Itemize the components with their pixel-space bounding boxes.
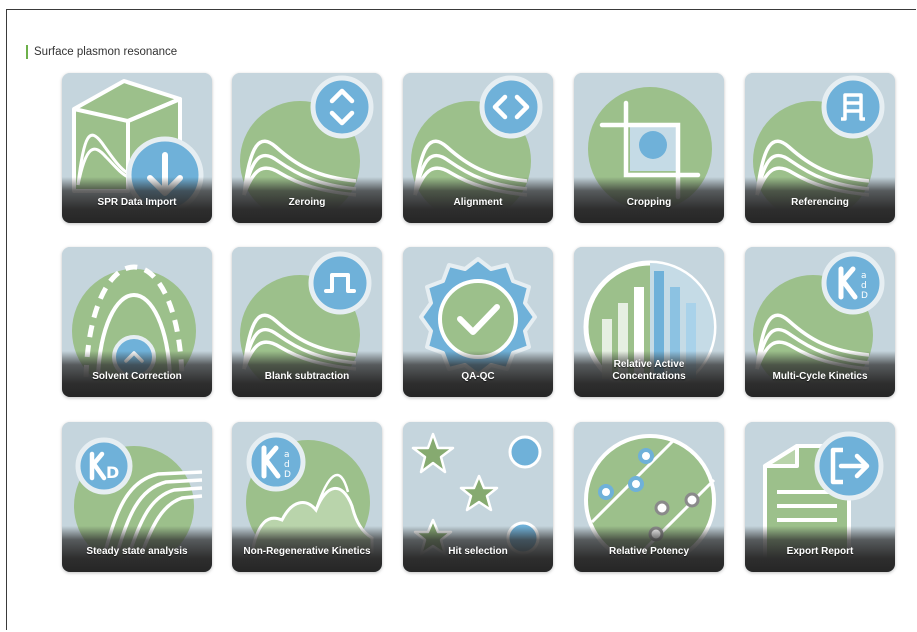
tile-relative-active-concentrations[interactable]: Relative Active Concentrations — [574, 247, 724, 397]
tile-label: Zeroing — [288, 197, 326, 208]
tile-label: Referencing — [791, 197, 849, 208]
svg-text:d: d — [861, 281, 867, 291]
tile-solvent-correction[interactable]: Solvent Correction — [62, 247, 212, 397]
tile-label: Solvent Correction — [92, 371, 182, 382]
tile-label: Alignment — [453, 197, 503, 208]
tile-zeroing[interactable]: Zeroing — [232, 73, 382, 223]
svg-text:D: D — [284, 470, 291, 480]
tile-multi-cycle-kinetics[interactable]: a d D Multi-Cycle Kinetics — [745, 247, 895, 397]
section-header: Surface plasmon resonance — [26, 44, 177, 60]
tile-spr-data-import[interactable]: SPR Data Import — [62, 73, 212, 223]
svg-text:D: D — [861, 291, 868, 301]
tile-non-regenerative-kinetics[interactable]: a d D Non-Regenerative Kinetics — [232, 422, 382, 572]
svg-text:a: a — [284, 450, 290, 460]
tile-alignment[interactable]: Alignment — [403, 73, 553, 223]
tile-label: Export Report — [786, 546, 854, 557]
tile-steady-state-analysis[interactable]: D Steady state analysis — [62, 422, 212, 572]
tile-label: Steady state analysis — [86, 546, 188, 557]
tile-label: SPR Data Import — [97, 197, 177, 208]
tile-label: Relative Potency — [608, 546, 690, 557]
section-accent-bar — [26, 45, 28, 59]
tile-label: Relative Active Concentrations — [612, 359, 686, 382]
tile-label: Hit selection — [448, 546, 508, 557]
tile-cropping[interactable]: Cropping — [574, 73, 724, 223]
tile-qa-qc[interactable]: QA-QC — [403, 247, 553, 397]
svg-text:D: D — [106, 463, 119, 482]
tile-export-report[interactable]: Export Report — [745, 422, 895, 572]
tile-label: Blank subtraction — [264, 371, 350, 382]
tile-label: Multi-Cycle Kinetics — [772, 371, 868, 382]
tile-blank-subtraction[interactable]: Blank subtraction — [232, 247, 382, 397]
tile-label: Non-Regenerative Kinetics — [243, 546, 371, 557]
tile-referencing[interactable]: Referencing — [745, 73, 895, 223]
tile-label: Cropping — [626, 197, 672, 208]
svg-text:d: d — [284, 460, 290, 470]
svg-text:a: a — [861, 271, 867, 281]
section-title: Surface plasmon resonance — [34, 46, 178, 58]
tile-relative-potency[interactable]: Relative Potency — [574, 422, 724, 572]
tile-hit-selection[interactable]: Hit selection — [403, 422, 553, 572]
tile-label: QA-QC — [461, 371, 495, 382]
